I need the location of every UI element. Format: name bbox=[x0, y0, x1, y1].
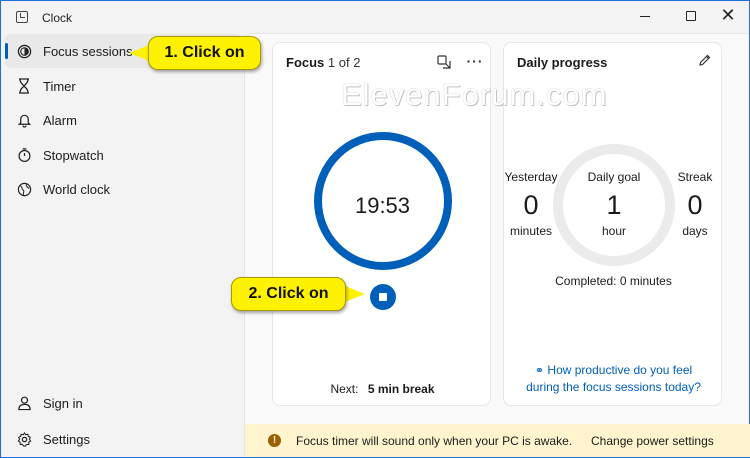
sign-in-label: Sign in bbox=[43, 396, 83, 411]
sign-in-button[interactable]: Sign in bbox=[5, 386, 241, 420]
focus-counter: 1 of 2 bbox=[327, 55, 361, 70]
next-value: 5 min break bbox=[367, 382, 435, 396]
clock-app-icon bbox=[16, 11, 28, 23]
power-warning-banner: ! Focus timer will sound only when your … bbox=[245, 424, 750, 457]
sidebar-item-stopwatch[interactable]: Stopwatch bbox=[5, 138, 241, 172]
globe-icon bbox=[16, 181, 32, 197]
banner-message: Focus timer will sound only when your PC… bbox=[296, 434, 573, 448]
focus-card-title: Focus 1 of 2 bbox=[286, 55, 360, 70]
edit-goal-button[interactable] bbox=[695, 50, 715, 70]
sidebar-item-world-clock[interactable]: World clock bbox=[5, 172, 241, 206]
compact-view-button[interactable] bbox=[434, 52, 454, 72]
close-button[interactable]: ✕ bbox=[705, 1, 750, 31]
next-label: Next: bbox=[330, 382, 359, 396]
callout-1-pointer bbox=[129, 45, 149, 61]
sidebar: Focus sessions Timer Alarm Stopwatch Wor… bbox=[1, 33, 244, 457]
progress-title: Daily progress bbox=[517, 55, 608, 70]
title-bar: Clock ✕ bbox=[1, 1, 749, 33]
yesterday-unit: minutes bbox=[509, 224, 553, 238]
gear-icon bbox=[16, 431, 32, 447]
clock-window: Clock ✕ Focus sessions Timer Alarm Stopw… bbox=[0, 0, 750, 458]
settings-button[interactable]: Settings bbox=[5, 422, 241, 456]
more-icon: ··· bbox=[466, 53, 484, 69]
stopwatch-icon bbox=[16, 147, 32, 163]
feedback-line-1: How productive do you feel bbox=[547, 363, 693, 377]
streak-stat: Streak 0 days bbox=[673, 170, 717, 238]
watermark: ElevenForum.com bbox=[341, 77, 608, 112]
sidebar-item-label: Stopwatch bbox=[43, 148, 104, 163]
streak-unit: days bbox=[682, 224, 708, 238]
feedback-link[interactable]: ⚭ How productive do you feel during the … bbox=[504, 362, 723, 395]
app-title: Clock bbox=[42, 11, 73, 25]
daily-goal-stat: Daily goal 1 hour bbox=[574, 170, 654, 238]
settings-label: Settings bbox=[43, 432, 90, 447]
bell-icon bbox=[16, 112, 32, 128]
callout-1: 1. Click on bbox=[148, 36, 261, 70]
sidebar-item-label: Alarm bbox=[43, 113, 77, 128]
completed-minutes: Completed: 0 minutes bbox=[555, 274, 672, 288]
warning-icon: ! bbox=[268, 434, 281, 447]
feedback-line-2: during the focus sessions today? bbox=[526, 380, 701, 394]
maximize-icon bbox=[686, 11, 696, 21]
sidebar-item-label: Timer bbox=[43, 79, 76, 94]
pencil-icon bbox=[699, 54, 711, 66]
change-power-settings-link[interactable]: Change power settings bbox=[591, 434, 714, 448]
close-icon: ✕ bbox=[720, 5, 736, 26]
callout-2: 2. Click on bbox=[231, 277, 346, 311]
yesterday-stat: Yesterday 0 minutes bbox=[504, 170, 558, 238]
daily-goal-unit: hour bbox=[601, 224, 627, 238]
compact-view-icon bbox=[437, 55, 451, 69]
sidebar-item-alarm[interactable]: Alarm bbox=[5, 103, 241, 137]
stop-session-button[interactable] bbox=[370, 284, 396, 310]
hourglass-icon bbox=[16, 78, 32, 94]
sidebar-item-timer[interactable]: Timer bbox=[5, 69, 241, 103]
focus-title: Focus bbox=[286, 55, 325, 70]
streak-label: Streak bbox=[677, 170, 713, 184]
yesterday-label: Yesterday bbox=[504, 170, 558, 184]
person-icon bbox=[16, 395, 32, 411]
stop-icon bbox=[379, 293, 387, 301]
focus-icon bbox=[16, 43, 32, 59]
streak-value: 0 bbox=[687, 190, 703, 220]
timer-display: 19:53 bbox=[354, 193, 411, 218]
daily-goal-label: Daily goal bbox=[587, 170, 641, 184]
sidebar-item-label: World clock bbox=[43, 182, 110, 197]
next-up-row: Next: 5 min break bbox=[273, 382, 492, 396]
daily-goal-value: 1 bbox=[606, 190, 622, 220]
more-options-button[interactable]: ··· bbox=[465, 51, 485, 71]
minimize-icon bbox=[640, 15, 650, 17]
sidebar-item-label: Focus sessions bbox=[43, 44, 133, 59]
feedback-icon: ⚭ bbox=[534, 365, 545, 377]
minimize-button[interactable] bbox=[622, 1, 668, 31]
yesterday-value: 0 bbox=[523, 190, 539, 220]
callout-2-pointer bbox=[345, 286, 365, 302]
